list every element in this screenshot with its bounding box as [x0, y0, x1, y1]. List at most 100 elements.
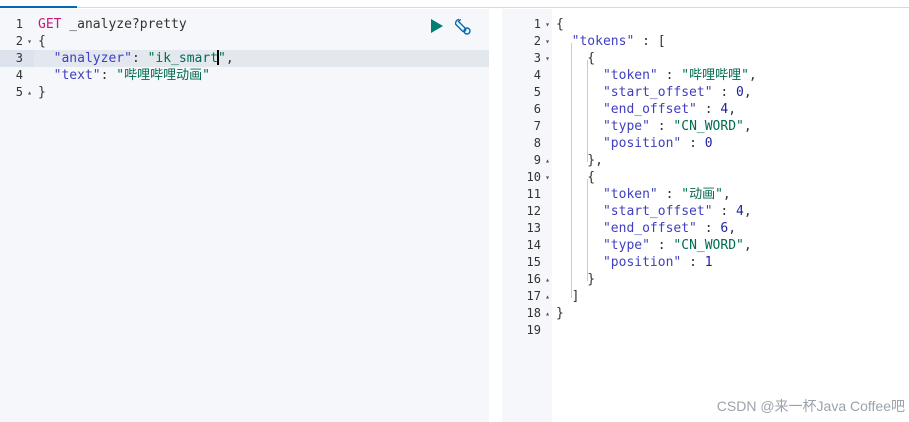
code-token: } [556, 272, 596, 287]
request-code-line[interactable]: "analyzer": "ik_smart", [34, 50, 489, 67]
code-token: { [556, 17, 564, 32]
code-token: : [696, 221, 721, 236]
response-line-number: 5 [502, 84, 552, 101]
line-number: 13 [526, 221, 541, 235]
line-number: 6 [533, 102, 541, 116]
code-token: : [712, 85, 737, 100]
code-token: , [743, 204, 752, 219]
line-number: 5 [15, 85, 23, 99]
request-editor[interactable]: 1 2 ▾ 3 4 5 ▴ GET _analyze?pretty{ "analyzer":… [0, 9, 489, 422]
wrench-icon[interactable] [454, 18, 471, 35]
active-tab-indicator [0, 6, 77, 8]
line-number: 7 [533, 119, 541, 133]
response-code-line: "end_offset" : 4, [552, 101, 909, 118]
response-line-number: 10 ▾ [502, 169, 552, 186]
request-code-line[interactable]: GET _analyze?pretty [34, 16, 489, 33]
line-number: 5 [533, 85, 541, 99]
request-code-line[interactable]: "text": "哔哩哔哩动画" [34, 67, 489, 84]
line-number: 14 [526, 238, 541, 252]
top-tab-bar [0, 0, 909, 8]
line-number: 2 [15, 34, 23, 48]
fold-close-icon[interactable]: ▴ [545, 152, 550, 169]
code-token: "tokens" [571, 34, 635, 49]
code-token: "token" [602, 68, 658, 83]
code-token: : [649, 238, 674, 253]
code-token: , [722, 187, 731, 202]
code-token: : [712, 204, 737, 219]
code-token: 4 [736, 204, 744, 219]
code-token: "end_offset" [602, 102, 697, 117]
line-number: 11 [526, 187, 541, 201]
line-number: 2 [533, 34, 541, 48]
fold-open-icon[interactable]: ▾ [545, 16, 550, 33]
response-code-line: { [552, 169, 909, 186]
code-token: "start_offset" [602, 204, 713, 219]
line-number: 3 [533, 51, 541, 65]
line-number: 10 [526, 170, 541, 184]
response-code-line: "token" : "动画", [552, 186, 909, 203]
code-token: 1 [704, 255, 713, 270]
request-line-number: 4 [0, 67, 34, 84]
request-gutter: 1 2 ▾ 3 4 5 ▴ [0, 9, 34, 422]
response-code-line: "token" : "哔哩哔哩", [552, 67, 909, 84]
response-line-number: 9 ▴ [502, 152, 552, 169]
fold-close-icon[interactable]: ▴ [545, 271, 550, 288]
fold-close-icon[interactable]: ▴ [545, 305, 550, 322]
response-code-line: "position" : 1 [552, 254, 909, 271]
request-code-line[interactable]: { [34, 33, 489, 50]
code-token: "ik_smart [147, 51, 219, 66]
response-gutter: 1 ▾ 2 ▾ 3 ▾ 4 5 6 7 8 9 ▴ 10 ▾ 11 12 13 14 15 16 ▴ 17 ▴ 18 ▴ 19 [502, 9, 552, 422]
code-token: ] [556, 289, 580, 304]
code-token: " [218, 51, 226, 66]
code-token: "CN_WORD" [673, 238, 744, 253]
fold-open-icon[interactable]: ▾ [545, 50, 550, 67]
code-token: , [743, 119, 752, 134]
line-number: 3 [15, 51, 23, 65]
line-number: 12 [526, 204, 541, 218]
fold-open-icon[interactable]: ▾ [27, 33, 32, 50]
code-token: "end_offset" [602, 221, 697, 236]
code-token: : [649, 119, 674, 134]
code-token: "analyzer" [53, 51, 132, 66]
response-code-line: "position" : 0 [552, 135, 909, 152]
code-token: : [681, 136, 705, 151]
code-token: : [131, 51, 148, 66]
response-line-number: 3 ▾ [502, 50, 552, 67]
line-number: 1 [15, 17, 23, 31]
response-code-line: { [552, 50, 909, 67]
fold-open-icon[interactable]: ▾ [545, 33, 550, 50]
code-token: , [728, 102, 737, 117]
code-token: _analyze?pretty [61, 17, 187, 32]
response-code-line: "start_offset" : 4, [552, 203, 909, 220]
code-token: "哔哩哔哩动画" [116, 68, 210, 83]
line-number: 4 [15, 68, 23, 82]
fold-close-icon[interactable]: ▴ [545, 288, 550, 305]
response-line-number: 18 ▴ [502, 305, 552, 322]
response-code-line: } [552, 305, 909, 322]
code-token: "position" [602, 136, 682, 151]
code-token: 0 [704, 136, 713, 151]
fold-open-icon[interactable]: ▾ [545, 169, 550, 186]
play-icon[interactable] [430, 18, 444, 34]
request-content[interactable]: GET _analyze?pretty{ "analyzer": "ik_sma… [34, 9, 489, 422]
code-token: , [743, 238, 752, 253]
code-token: : [681, 255, 705, 270]
pane-divider[interactable] [489, 9, 502, 422]
request-code-line[interactable]: } [34, 84, 489, 101]
code-token: GET [38, 17, 62, 32]
fold-close-icon[interactable]: ▴ [27, 84, 32, 101]
request-toolbar [430, 17, 471, 35]
code-token: , [728, 221, 737, 236]
code-token: "CN_WORD" [673, 119, 744, 134]
response-code-line: ] [552, 288, 909, 305]
